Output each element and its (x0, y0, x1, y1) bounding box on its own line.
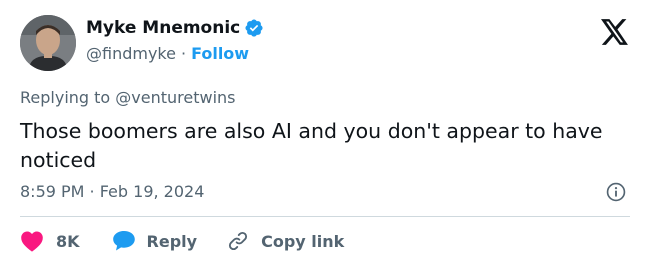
like-count: 8K (56, 231, 80, 251)
reply-button[interactable]: Reply (112, 230, 228, 252)
follow-button[interactable]: Follow (191, 43, 249, 65)
separator-dot: · (180, 44, 187, 63)
info-icon[interactable] (605, 181, 627, 203)
heart-icon (21, 231, 43, 252)
replying-to-line: Replying to @venturetwins (20, 87, 236, 109)
tweet-timestamp[interactable]: 8:59 PM · Feb 19, 2024 (20, 181, 204, 203)
replying-to-handle[interactable]: @venturetwins (115, 88, 235, 107)
link-icon (229, 231, 248, 251)
tweet-card: Myke Mnemonic @findmyke · Follow Replyin… (0, 0, 650, 266)
speech-bubble-icon (112, 231, 135, 251)
tweet-text: Those boomers are also AI and you don't … (20, 119, 603, 172)
author-handle-row: @findmyke · Follow (86, 43, 249, 65)
verified-badge-icon (245, 19, 263, 37)
author-handle[interactable]: @findmyke (86, 43, 176, 65)
author-name[interactable]: Myke Mnemonic (86, 16, 240, 40)
x-logo-icon[interactable] (601, 19, 629, 45)
author-name-row: Myke Mnemonic (86, 16, 264, 40)
reply-label: Reply (146, 231, 198, 251)
action-bar: 8K Reply Copy link (20, 229, 344, 253)
avatar[interactable] (20, 15, 76, 71)
copy-link-label: Copy link (261, 231, 345, 251)
copy-link-button[interactable]: Copy link (227, 230, 344, 252)
divider (20, 216, 630, 217)
like-button[interactable]: 8K (20, 230, 112, 252)
replying-prefix: Replying to (20, 88, 111, 107)
avatar-photo (20, 15, 76, 71)
